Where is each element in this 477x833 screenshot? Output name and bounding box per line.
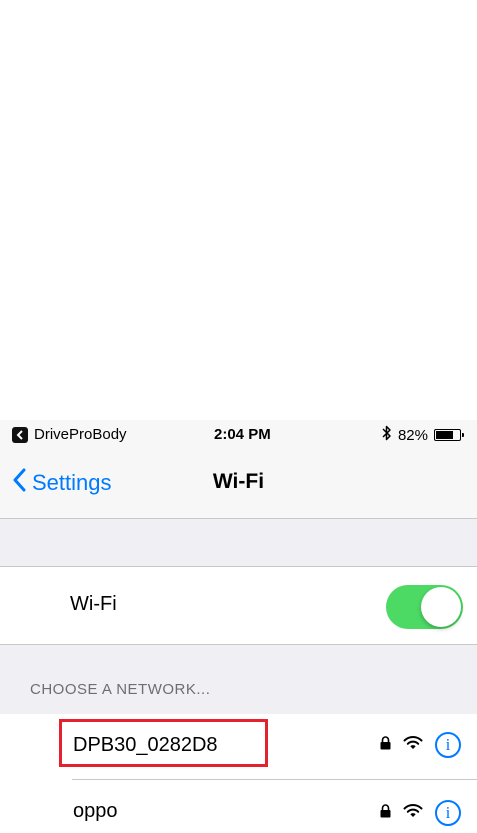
wifi-signal-icon: [403, 803, 423, 823]
section-header-area: [0, 645, 477, 714]
info-icon[interactable]: i: [435, 732, 461, 758]
wifi-signal-icon: [403, 735, 423, 755]
back-to-app-label[interactable]: DriveProBody: [34, 426, 127, 443]
info-icon[interactable]: i: [435, 800, 461, 826]
navigation-bar: Settings Wi-Fi: [0, 454, 477, 519]
status-bar: DriveProBody 2:04 PM 82%: [0, 420, 477, 454]
wifi-toggle-row: Wi-Fi: [0, 566, 477, 645]
lock-icon: [380, 803, 391, 823]
blank-area: [0, 0, 477, 420]
status-time: 2:04 PM: [214, 426, 271, 443]
wifi-toggle-label: Wi-Fi: [70, 593, 117, 615]
highlight-annotation: [59, 719, 268, 767]
battery-cap: [462, 433, 464, 437]
toggle-knob: [421, 587, 461, 627]
wifi-toggle-switch[interactable]: [386, 585, 463, 629]
battery-icon: [434, 429, 464, 441]
status-right: 82%: [382, 425, 464, 445]
network-row[interactable]: oppo i: [0, 780, 477, 833]
back-to-app-icon[interactable]: [12, 427, 28, 443]
network-name: oppo: [73, 800, 118, 822]
network-row-icons: i: [380, 800, 461, 826]
bluetooth-icon: [382, 425, 392, 445]
battery-fill: [436, 431, 453, 439]
section-spacer: [0, 519, 477, 566]
page-title: Wi-Fi: [212, 470, 265, 493]
lock-icon: [380, 735, 391, 755]
battery-percent: 82%: [397, 426, 428, 444]
section-header: CHOOSE A NETWORK...: [30, 681, 211, 698]
network-row-icons: i: [380, 732, 461, 758]
